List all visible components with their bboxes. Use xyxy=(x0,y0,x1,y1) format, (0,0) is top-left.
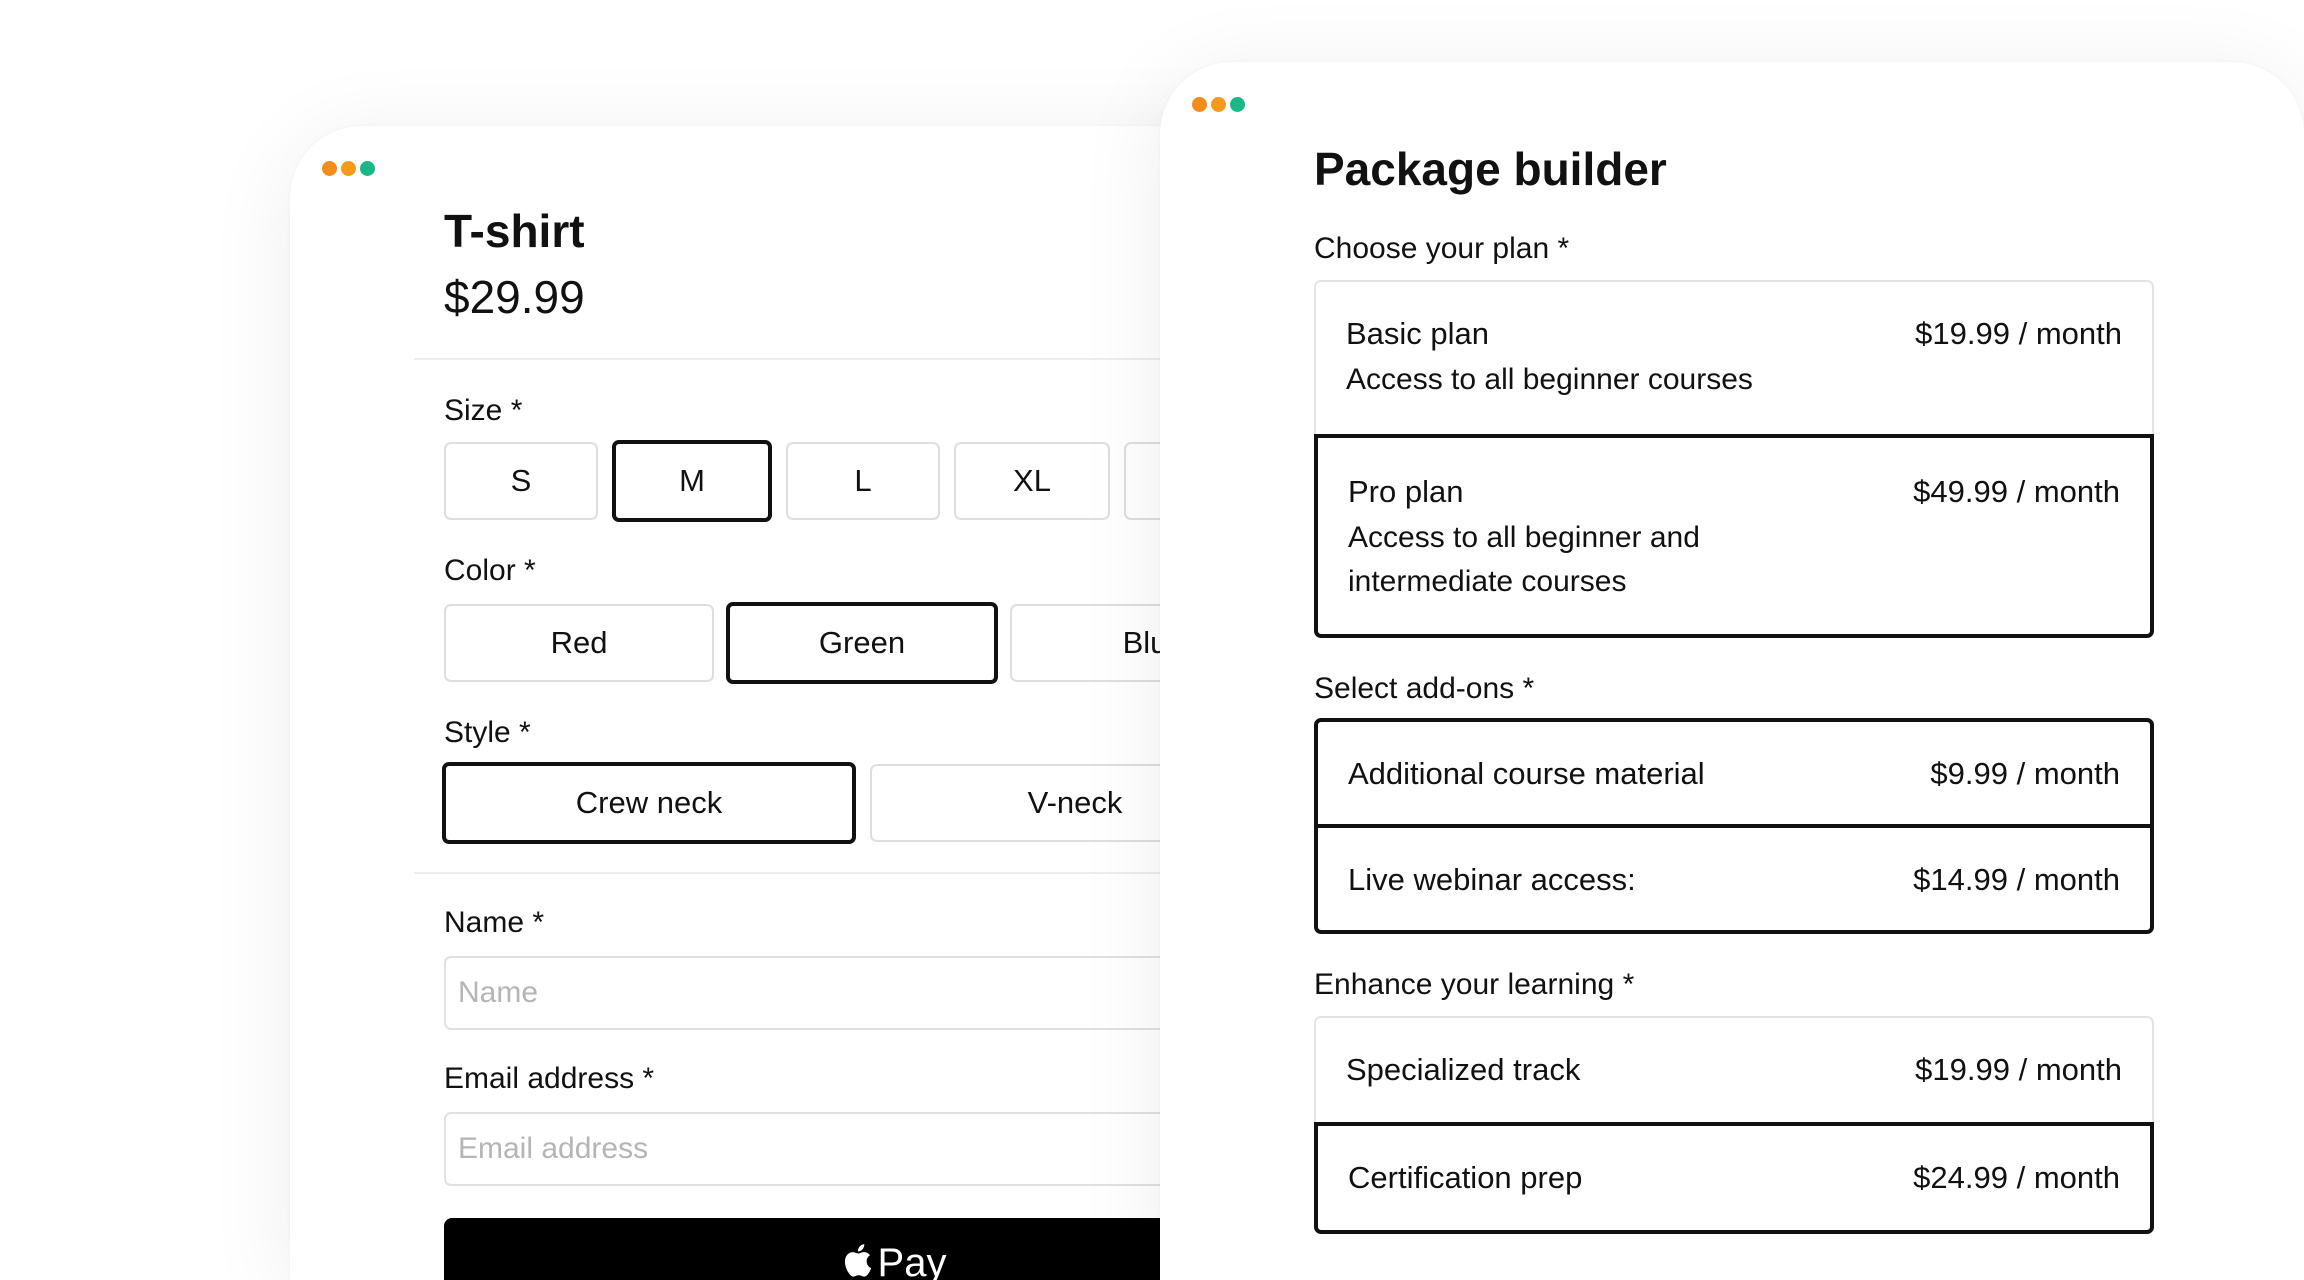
window-dot-orange xyxy=(1192,97,1207,112)
window-dot-orange xyxy=(322,161,337,176)
addon-option-name: Additional course material xyxy=(1348,756,1705,791)
addon-option-course-material[interactable]: Additional course material $9.99 / month xyxy=(1314,718,2154,828)
enhance-option-name: Specialized track xyxy=(1346,1052,1581,1087)
color-label: Color * xyxy=(444,554,536,587)
email-label: Email address * xyxy=(444,1062,655,1095)
product-price: $29.99 xyxy=(444,271,585,323)
window-dot-orange-2 xyxy=(341,161,356,176)
window-controls xyxy=(322,161,375,176)
window-dot-green xyxy=(1230,97,1245,112)
size-label: Size * xyxy=(444,394,523,427)
page-title: Package builder xyxy=(1314,143,1667,195)
plan-option-name: Basic plan xyxy=(1346,316,1490,351)
window-dot-green xyxy=(360,161,375,176)
window-dot-orange-2 xyxy=(1211,97,1226,112)
enhance-option-specialized-track[interactable]: Specialized track $19.99 / month xyxy=(1314,1016,2154,1126)
addon-option-price: $9.99 / month xyxy=(1930,756,2120,791)
enhance-option-name: Certification prep xyxy=(1348,1160,1583,1195)
enhance-option-price: $19.99 / month xyxy=(1915,1052,2122,1087)
color-option-green[interactable]: Green xyxy=(726,602,998,684)
addon-option-price: $14.99 / month xyxy=(1913,862,2120,897)
enhance-option-price: $24.99 / month xyxy=(1913,1160,2120,1195)
size-option-xl[interactable]: XL xyxy=(954,442,1110,520)
name-label: Name * xyxy=(444,906,545,939)
plan-option-description: Access to all beginner and intermediate … xyxy=(1348,521,1700,598)
color-option-red[interactable]: Red xyxy=(444,604,714,682)
enhance-label: Enhance your learning * xyxy=(1314,968,1635,1001)
apple-pay-label: Pay xyxy=(877,1240,947,1280)
plan-label: Choose your plan * xyxy=(1314,232,1570,265)
plan-option-pro[interactable]: Pro plan $49.99 / month Access to all be… xyxy=(1314,434,2154,638)
plan-option-price: $19.99 / month xyxy=(1915,316,2122,351)
addon-option-name: Live webinar access: xyxy=(1348,862,1636,897)
plan-option-basic[interactable]: Basic plan $19.99 / month Access to all … xyxy=(1314,280,2154,438)
size-option-l[interactable]: L xyxy=(786,442,940,520)
size-option-m[interactable]: M xyxy=(612,440,772,522)
window-controls xyxy=(1192,97,1245,112)
addon-option-live-webinar[interactable]: Live webinar access: $14.99 / month xyxy=(1314,824,2154,934)
apple-icon xyxy=(844,1244,871,1277)
style-option-crew-neck[interactable]: Crew neck xyxy=(442,762,856,844)
size-option-s[interactable]: S xyxy=(444,442,598,520)
enhance-option-certification-prep[interactable]: Certification prep $24.99 / month xyxy=(1314,1122,2154,1234)
addons-label: Select add-ons * xyxy=(1314,672,1535,705)
style-label: Style * xyxy=(444,716,531,749)
plan-option-name: Pro plan xyxy=(1348,474,1464,509)
product-title: T-shirt xyxy=(444,205,585,257)
package-builder-window: Package builder Choose your plan * Basic… xyxy=(1160,62,2304,1280)
plan-option-description: Access to all beginner courses xyxy=(1346,363,1753,396)
plan-option-price: $49.99 / month xyxy=(1913,474,2120,509)
